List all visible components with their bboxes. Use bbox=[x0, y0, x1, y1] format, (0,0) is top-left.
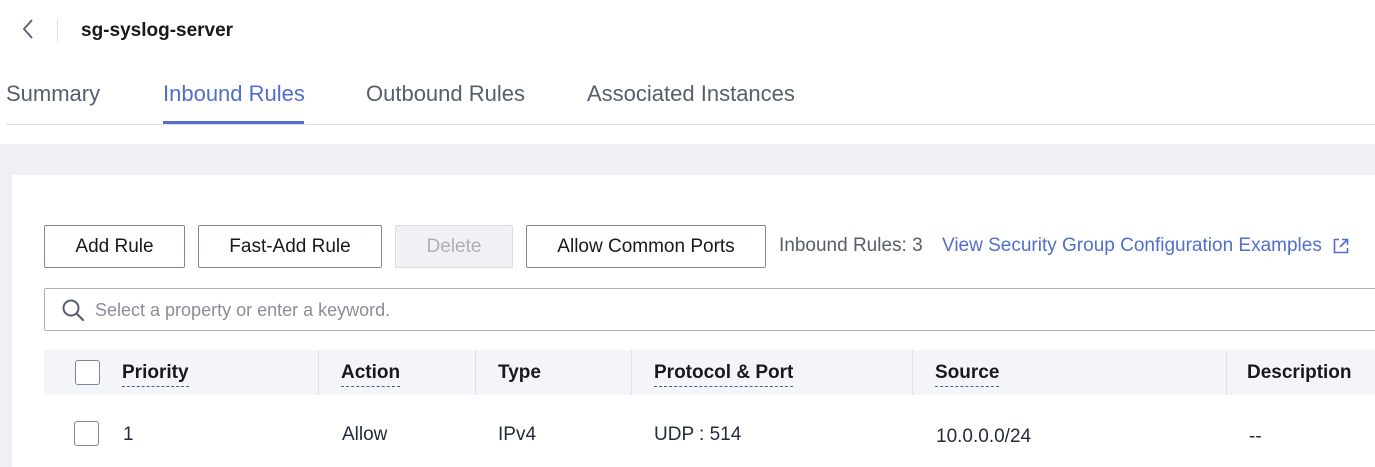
column-header-source[interactable]: Source bbox=[935, 361, 1000, 387]
row-checkbox[interactable] bbox=[74, 421, 99, 446]
config-examples-label: View Security Group Configuration Exampl… bbox=[942, 235, 1322, 256]
tab-summary[interactable]: Summary bbox=[6, 79, 100, 109]
search-input[interactable] bbox=[93, 295, 1297, 325]
delete-button[interactable]: Delete bbox=[395, 225, 513, 268]
cell-protocol-port: UDP : 514 bbox=[654, 424, 742, 445]
back-button[interactable] bbox=[14, 16, 42, 46]
external-link-icon bbox=[1332, 237, 1350, 255]
column-header-type: Type bbox=[498, 362, 541, 383]
page-title: sg-syslog-server bbox=[81, 20, 234, 41]
cell-type: IPv4 bbox=[498, 424, 537, 445]
column-separator bbox=[475, 350, 476, 395]
tabs-divider bbox=[6, 124, 1375, 125]
search-icon bbox=[61, 298, 85, 322]
cell-source: 10.0.0.0/24 bbox=[936, 426, 1032, 447]
inbound-rule-count: Inbound Rules: 3 bbox=[779, 235, 923, 256]
column-header-priority[interactable]: Priority bbox=[122, 361, 189, 387]
select-all-checkbox[interactable] bbox=[75, 360, 100, 385]
chevron-left-icon bbox=[20, 17, 36, 46]
cell-action: Allow bbox=[342, 424, 388, 445]
column-header-protocol-port[interactable]: Protocol & Port bbox=[654, 361, 794, 387]
fast-add-rule-button[interactable]: Fast-Add Rule bbox=[198, 225, 382, 268]
title-divider bbox=[57, 19, 58, 43]
column-separator bbox=[318, 350, 319, 395]
page-header: sg-syslog-server bbox=[0, 0, 1375, 62]
table-row: 1 Allow IPv4 UDP : 514 10.0.0.0/24 -- bbox=[44, 396, 1375, 467]
column-separator bbox=[631, 350, 632, 395]
add-rule-button[interactable]: Add Rule bbox=[44, 225, 185, 268]
config-examples-link[interactable]: View Security Group Configuration Exampl… bbox=[942, 235, 1350, 257]
cell-priority: 1 bbox=[123, 424, 134, 445]
search-box[interactable] bbox=[44, 288, 1375, 331]
allow-common-ports-button[interactable]: Allow Common Ports bbox=[526, 225, 766, 268]
tab-bar: Summary Inbound Rules Outbound Rules Ass… bbox=[0, 62, 1375, 124]
tab-associated-instances[interactable]: Associated Instances bbox=[587, 79, 795, 109]
table-header: Priority Action Type Protocol & Port Sou… bbox=[44, 350, 1375, 395]
column-header-action[interactable]: Action bbox=[341, 361, 401, 387]
tab-inbound-rules[interactable]: Inbound Rules bbox=[163, 79, 305, 109]
tab-outbound-rules[interactable]: Outbound Rules bbox=[366, 79, 525, 109]
column-separator bbox=[1226, 350, 1227, 395]
column-separator bbox=[912, 350, 913, 395]
cell-description: -- bbox=[1249, 426, 1262, 447]
column-header-description: Description bbox=[1247, 362, 1352, 383]
